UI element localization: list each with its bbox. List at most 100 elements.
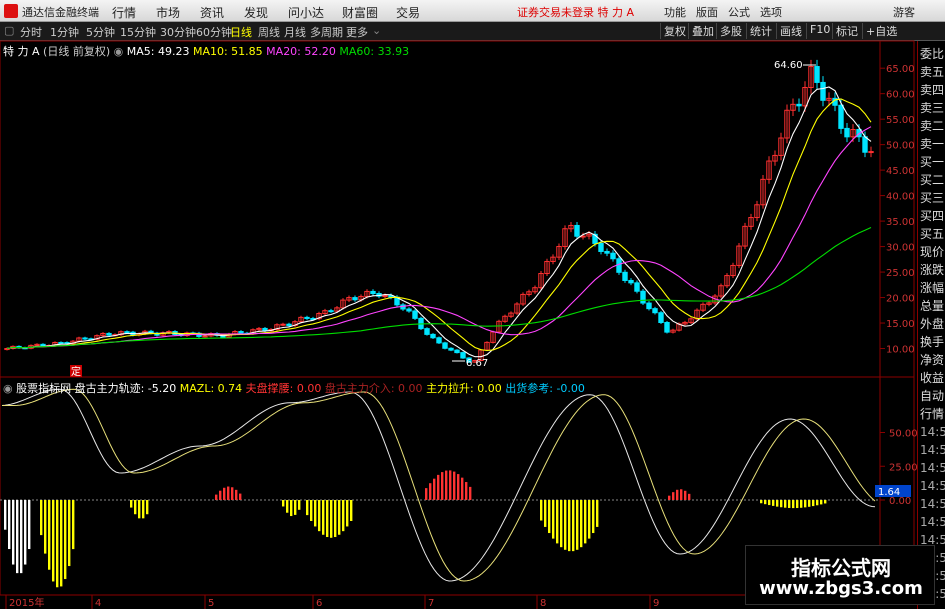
sidebar-volume[interactable]: 总量 bbox=[920, 297, 944, 314]
time-tick-label: 9 bbox=[653, 598, 659, 609]
sidebar-sell2[interactable]: 卖二 bbox=[920, 117, 944, 134]
tag-label: 定 bbox=[71, 365, 81, 378]
histogram-bar bbox=[24, 500, 27, 565]
histogram-bar bbox=[330, 500, 333, 538]
histogram-bar bbox=[138, 500, 141, 519]
histogram-bar bbox=[580, 500, 583, 548]
price-tick-label: 60.00 bbox=[886, 90, 915, 101]
candle-body bbox=[382, 295, 388, 298]
histogram-bar bbox=[235, 489, 238, 500]
sidebar-buy5[interactable]: 买五 bbox=[920, 225, 944, 242]
histogram-bar bbox=[688, 493, 691, 500]
sell-ref-label: 出货参考: -0.00 bbox=[505, 382, 585, 395]
sidebar-turnover[interactable]: 换手 bbox=[920, 333, 944, 350]
kline-chart[interactable]: 65.00 60.00 55.00 50.00 45.00 40.00 35.00 30.00… bbox=[0, 0, 945, 609]
histogram-bar bbox=[350, 500, 353, 521]
histogram-bar bbox=[310, 500, 313, 521]
candle-body bbox=[838, 104, 844, 129]
main-panel-frame bbox=[0, 40, 915, 378]
sidebar-price[interactable]: 现价 bbox=[920, 243, 944, 260]
sidebar-sell5[interactable]: 卖五 bbox=[920, 63, 944, 80]
candle-body bbox=[598, 242, 604, 252]
histogram-bar bbox=[8, 500, 11, 550]
pullup-label: 主力拉升: 0.00 bbox=[426, 382, 502, 395]
time-tick-label: 7 bbox=[428, 598, 434, 609]
sidebar-change[interactable]: 涨跌 bbox=[920, 261, 944, 278]
candle-body bbox=[574, 224, 580, 237]
histogram-bar bbox=[215, 494, 218, 500]
histogram-bar bbox=[588, 500, 591, 539]
histogram-bar bbox=[680, 489, 683, 500]
candle-body bbox=[844, 127, 850, 138]
histogram-bar bbox=[322, 500, 325, 535]
sidebar-sell1[interactable]: 卖一 bbox=[920, 135, 944, 152]
candle-body bbox=[238, 331, 244, 334]
histogram-bar bbox=[52, 500, 55, 582]
sidebar-sell3[interactable]: 卖三 bbox=[920, 99, 944, 116]
candle-body bbox=[424, 328, 430, 335]
sidebar-buy3[interactable]: 买三 bbox=[920, 189, 944, 206]
candle-body bbox=[430, 333, 436, 339]
histogram-bar bbox=[800, 500, 803, 508]
price-tick-label: 20.00 bbox=[886, 294, 915, 305]
histogram-bar bbox=[142, 500, 145, 519]
histogram-bar bbox=[429, 483, 432, 500]
sidebar-change-pct[interactable]: 涨幅 bbox=[920, 279, 944, 296]
time-tick-label: 2015年 bbox=[9, 596, 44, 609]
candle-body bbox=[202, 335, 208, 338]
quote-sidebar: 委比 卖五 卖四 卖三 卖二 卖一 买一 买二 买三 买四 买五 现价 涨跌 涨… bbox=[917, 41, 945, 609]
price-tick-label: 65.00 bbox=[886, 64, 915, 75]
price-tick-label: 40.00 bbox=[886, 192, 915, 203]
candle-body bbox=[436, 337, 442, 344]
sub-legend: ◉ 股票指标网 盘古主力轨迹: -5.20 MAZL: 0.74 夫盘撑腰: 0… bbox=[3, 380, 585, 396]
histogram-bar bbox=[64, 500, 67, 580]
sidebar-buy2[interactable]: 买二 bbox=[920, 171, 944, 188]
histogram-bar bbox=[146, 500, 149, 515]
histogram-bar bbox=[338, 500, 341, 535]
candle-body bbox=[304, 316, 310, 319]
candle-body bbox=[652, 308, 658, 314]
indicator-name[interactable]: 股票指标网 bbox=[16, 382, 71, 395]
sidebar-sell4[interactable]: 卖四 bbox=[920, 81, 944, 98]
candle-body bbox=[628, 279, 634, 284]
histogram-bar bbox=[764, 500, 767, 505]
histogram-bar bbox=[231, 487, 234, 500]
histogram-bar bbox=[820, 500, 823, 505]
sidebar-buy4[interactable]: 买四 bbox=[920, 207, 944, 224]
candle-body bbox=[454, 349, 460, 354]
sidebar-net-asset[interactable]: 净资 bbox=[920, 351, 944, 368]
histogram-bar bbox=[576, 500, 579, 550]
histogram-bar bbox=[286, 500, 289, 513]
candle-body bbox=[664, 321, 670, 333]
histogram-bar bbox=[592, 500, 595, 534]
sidebar-weibi[interactable]: 委比 bbox=[920, 45, 944, 62]
candle-body bbox=[328, 310, 334, 313]
sidebar-buy1[interactable]: 买一 bbox=[920, 153, 944, 170]
sidebar-eps[interactable]: 收益 bbox=[920, 369, 944, 386]
histogram-bar bbox=[564, 500, 567, 550]
candle-body bbox=[796, 103, 802, 107]
time-tick-label: 5 bbox=[208, 598, 214, 609]
histogram-bar bbox=[16, 500, 19, 574]
sidebar-auto[interactable]: 自动 bbox=[920, 387, 944, 404]
legend-settings-icon[interactable]: ◉ bbox=[114, 45, 124, 58]
candle-body bbox=[634, 282, 640, 292]
candle-body bbox=[640, 290, 646, 304]
histogram-bar bbox=[4, 500, 7, 530]
indicator-settings-icon[interactable]: ◉ bbox=[3, 382, 13, 395]
histogram-bar bbox=[68, 500, 71, 567]
time-tick-label: 4 bbox=[95, 598, 101, 609]
histogram-bar bbox=[804, 500, 807, 508]
watermark-box: 指标公式网 www.zbgs3.com bbox=[745, 545, 935, 605]
histogram-bar bbox=[768, 500, 771, 506]
histogram-bar bbox=[441, 472, 444, 500]
histogram-bar bbox=[282, 500, 285, 507]
candle-body bbox=[82, 337, 88, 340]
histogram-bar bbox=[568, 500, 571, 552]
candle-body bbox=[448, 347, 454, 351]
histogram-bar bbox=[596, 500, 599, 527]
low-price-label: 6.67 bbox=[466, 358, 488, 369]
histogram-bar bbox=[437, 474, 440, 500]
sidebar-quote[interactable]: 行情 bbox=[920, 405, 944, 422]
sidebar-outer[interactable]: 外盘 bbox=[920, 315, 944, 332]
